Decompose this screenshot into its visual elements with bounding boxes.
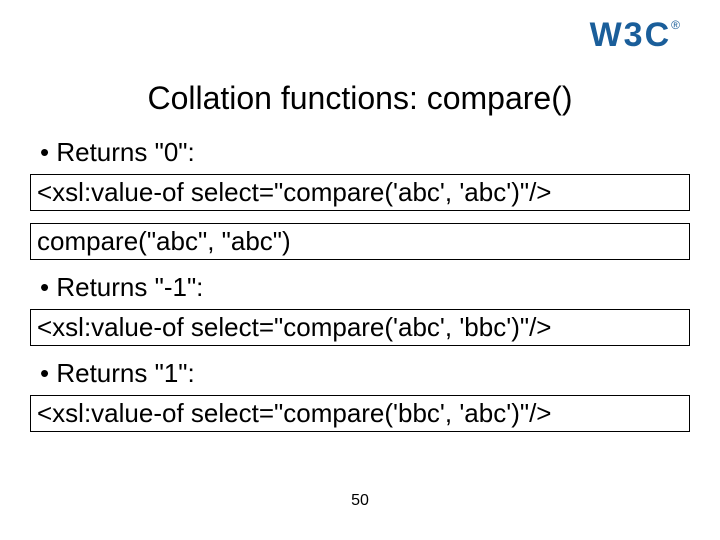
code-compare-abc-abc-plain: compare("abc", "abc") [30,223,690,260]
bullet-returns-0: Returns "0": [40,137,690,168]
logo-letter-c: C [645,18,670,52]
bullet-returns-minus-1: Returns "-1": [40,272,690,303]
logo-digit-3: 3 [624,18,643,52]
page-number: 50 [0,492,720,510]
w3c-logo: W3C® [590,18,680,52]
code-compare-abc-abc-xsl: <xsl:value-of select="compare('abc', 'ab… [30,174,690,211]
code-compare-abc-bbc-xsl: <xsl:value-of select="compare('abc', 'bb… [30,309,690,346]
registered-icon: ® [671,18,680,32]
slide-title: Collation functions: compare() [30,80,690,117]
logo-letter-w: W [590,18,622,52]
code-compare-bbc-abc-xsl: <xsl:value-of select="compare('bbc', 'ab… [30,395,690,432]
slide-content: Collation functions: compare() Returns "… [30,80,690,444]
bullet-returns-1: Returns "1": [40,358,690,389]
slide: W3C® Collation functions: compare() Retu… [0,0,720,540]
